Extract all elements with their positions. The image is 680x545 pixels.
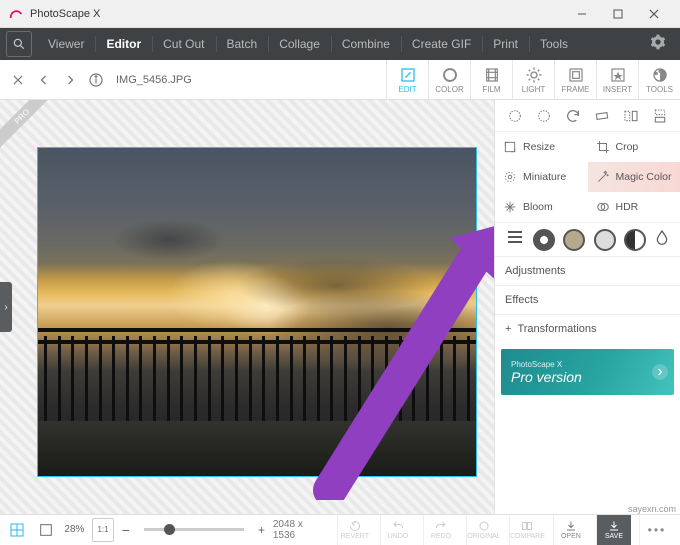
side-panel: Resize Crop Miniature Magic Color Bloom … — [494, 100, 680, 514]
save-button[interactable]: SAVE — [596, 515, 631, 545]
redo-button[interactable]: REDO — [423, 515, 458, 545]
rotate-cw-icon[interactable] — [563, 106, 583, 126]
crop-button[interactable]: Crop — [588, 132, 680, 162]
tools-icon — [651, 66, 669, 84]
menu-creategif[interactable]: Create GIF — [402, 28, 482, 60]
file-info-button[interactable] — [86, 70, 106, 90]
flip-v-icon[interactable] — [650, 106, 670, 126]
toolbar: IMG_5456.JPG EDIT COLOR FILM LIGHT FRAME… — [0, 60, 680, 100]
section-adjustments[interactable]: Adjustments — [495, 256, 680, 285]
chevron-right-icon: › — [652, 364, 668, 380]
rotate-right-icon[interactable] — [534, 106, 554, 126]
watermark: sayexn.com — [628, 504, 676, 514]
flip-h-icon[interactable] — [621, 106, 641, 126]
menubar: Viewer Editor Cut Out Batch Collage Comb… — [0, 28, 680, 60]
bloom-button[interactable]: Bloom — [495, 192, 588, 222]
tab-insert[interactable]: INSERT — [596, 60, 638, 99]
tab-film[interactable]: FILM — [470, 60, 512, 99]
zoom-actual-button[interactable]: 1:1 — [92, 518, 113, 542]
canvas[interactable]: PRO › — [0, 100, 494, 514]
pro-ribbon: PRO — [0, 100, 60, 160]
tab-edit[interactable]: EDIT — [386, 60, 428, 99]
preset-circle-4[interactable] — [624, 229, 646, 251]
maximize-button[interactable] — [600, 0, 636, 28]
original-button[interactable]: ORIGINAL — [466, 515, 501, 545]
background-icon[interactable] — [35, 518, 56, 542]
preset-lines-icon[interactable] — [505, 227, 525, 252]
settings-button[interactable] — [642, 34, 674, 55]
file-name: IMG_5456.JPG — [116, 74, 192, 86]
next-file-button[interactable] — [60, 70, 80, 90]
filter-preset-row — [495, 222, 680, 256]
light-icon — [525, 66, 543, 84]
close-button[interactable] — [636, 0, 672, 28]
close-file-button[interactable] — [8, 70, 28, 90]
menu-batch[interactable]: Batch — [217, 28, 269, 60]
rotate-left-icon[interactable] — [505, 106, 525, 126]
menu-collage[interactable]: Collage — [269, 28, 331, 60]
plus-icon: + — [505, 323, 511, 335]
rotate-row — [495, 100, 680, 132]
minimize-button[interactable] — [564, 0, 600, 28]
section-transformations[interactable]: +Transformations — [495, 314, 680, 343]
undo-button[interactable]: UNDO — [380, 515, 415, 545]
photo-frame[interactable] — [37, 147, 477, 477]
search-icon[interactable] — [6, 31, 32, 57]
photo — [38, 148, 476, 476]
miniature-button[interactable]: Miniature — [495, 162, 588, 192]
grid-icon[interactable] — [6, 518, 27, 542]
tab-light[interactable]: LIGHT — [512, 60, 554, 99]
zoom-out-button[interactable]: − — [122, 522, 130, 538]
tab-frame[interactable]: FRAME — [554, 60, 596, 99]
app-title: PhotoScape X — [30, 8, 564, 20]
app-logo-icon — [8, 6, 24, 22]
magic-color-button[interactable]: Magic Color — [588, 162, 680, 192]
image-dimensions: 2048 x 1536 — [273, 519, 321, 541]
film-icon — [484, 66, 500, 84]
edit-icon — [400, 66, 416, 84]
pro-banner[interactable]: PhotoScape X Pro version › — [501, 349, 674, 395]
preset-circle-1[interactable] — [533, 229, 555, 251]
menu-cutout[interactable]: Cut Out — [153, 28, 215, 60]
revert-button[interactable]: REVERT — [337, 515, 372, 545]
zoom-slider[interactable] — [144, 528, 244, 531]
more-button[interactable]: ••• — [639, 515, 674, 545]
zoom-in-button[interactable]: + — [258, 523, 265, 537]
open-button[interactable]: OPEN — [553, 515, 588, 545]
compare-button[interactable]: COMPARE — [509, 515, 545, 545]
preset-circle-2[interactable] — [563, 229, 585, 251]
resize-button[interactable]: Resize — [495, 132, 588, 162]
main-area: PRO › — [0, 100, 680, 514]
insert-icon — [610, 66, 626, 84]
hdr-button[interactable]: HDR — [588, 192, 680, 222]
preset-circle-3[interactable] — [594, 229, 616, 251]
menu-combine[interactable]: Combine — [332, 28, 401, 60]
frame-icon — [568, 66, 584, 84]
tab-tools[interactable]: TOOLS — [638, 60, 680, 99]
statusbar: 28% 1:1 − + 2048 x 1536 REVERT UNDO REDO… — [0, 514, 680, 544]
section-effects[interactable]: Effects — [495, 285, 680, 314]
panel-expand-handle[interactable]: › — [0, 282, 12, 332]
menu-tools[interactable]: Tools — [530, 28, 579, 60]
tab-color[interactable]: COLOR — [428, 60, 470, 99]
menu-viewer[interactable]: Viewer — [38, 28, 95, 60]
titlebar: PhotoScape X — [0, 0, 680, 28]
prev-file-button[interactable] — [34, 70, 54, 90]
menu-editor[interactable]: Editor — [96, 28, 152, 60]
menu-print[interactable]: Print — [483, 28, 529, 60]
straighten-icon[interactable] — [592, 106, 612, 126]
color-icon — [441, 66, 459, 84]
zoom-value: 28% — [64, 524, 84, 535]
preset-drop-icon[interactable] — [654, 227, 670, 252]
